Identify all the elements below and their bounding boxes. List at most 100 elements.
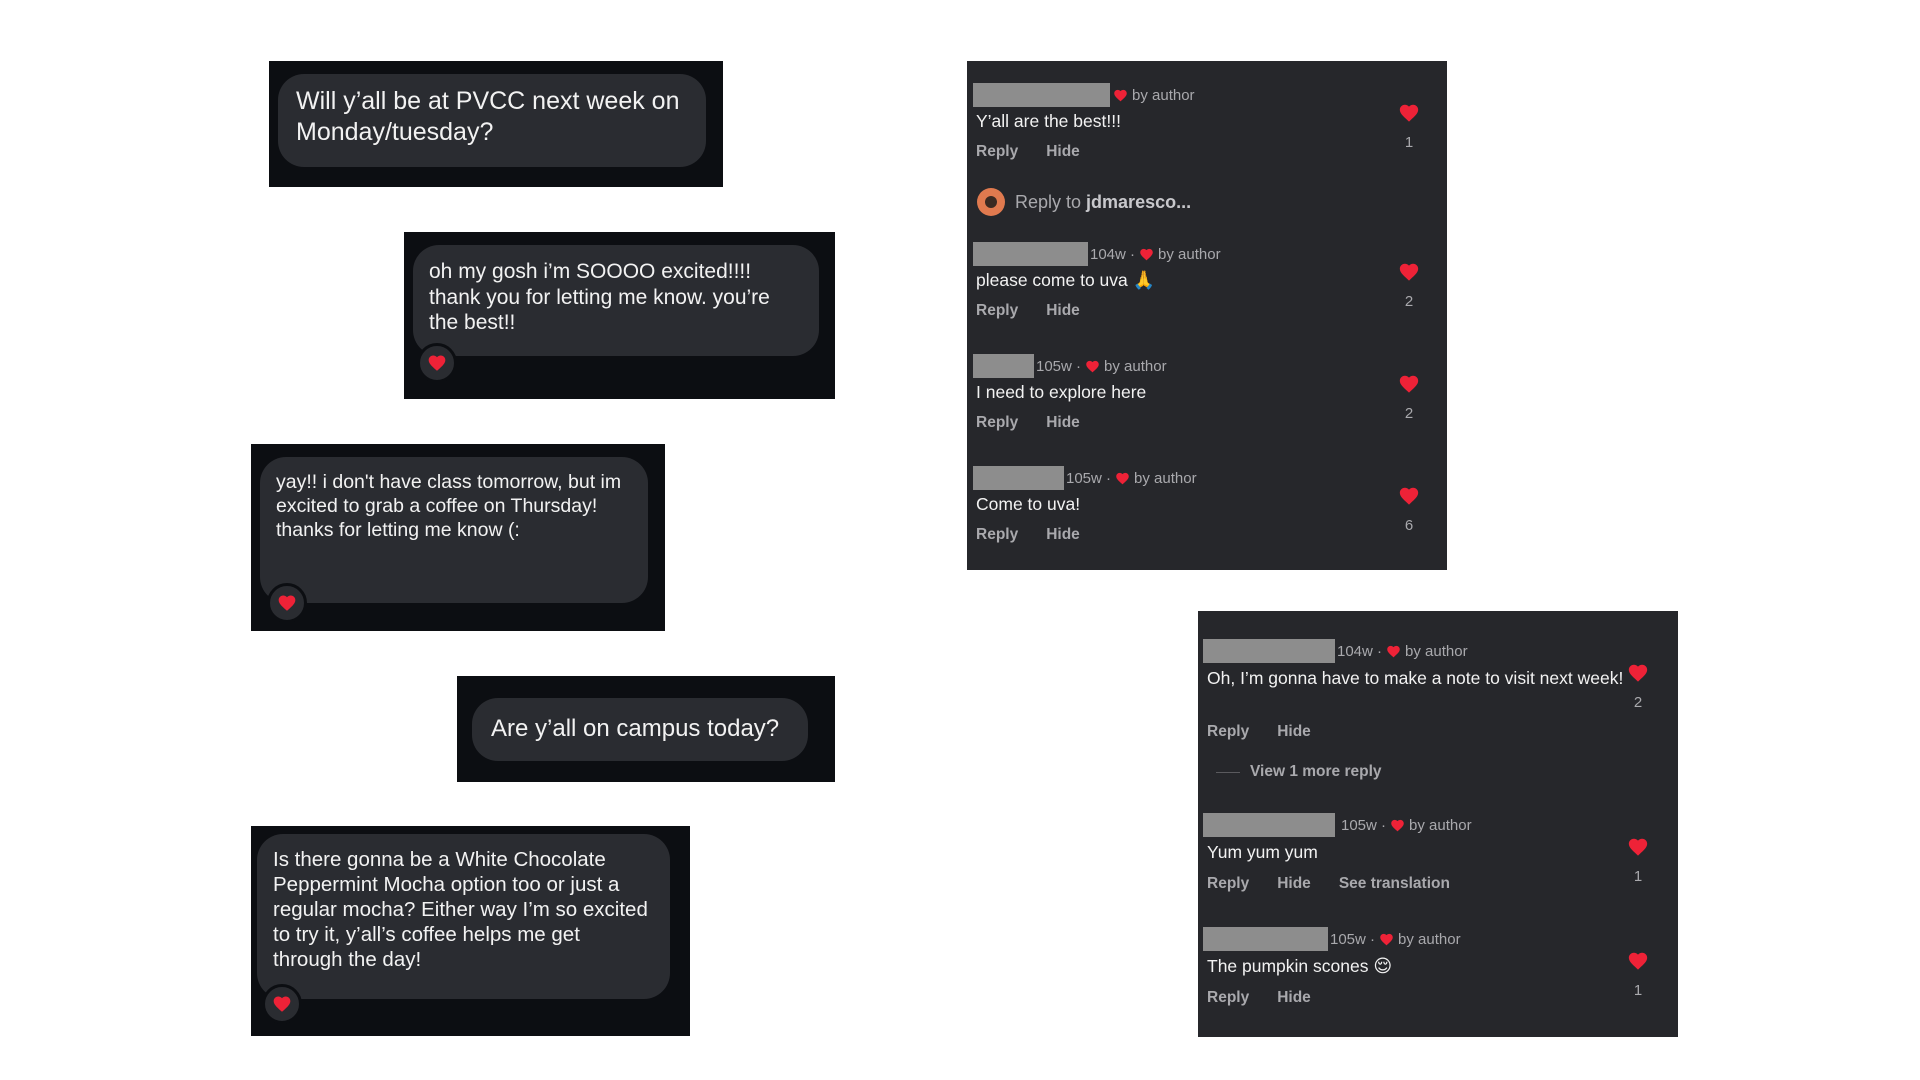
comment-meta: 104w · by author [1090,246,1221,263]
redacted-username [973,466,1064,490]
comment-time: 104w · [1090,246,1136,263]
like-button[interactable]: 2 [1389,373,1429,422]
comment-time: 105w · [1066,470,1112,487]
hide-button[interactable]: Hide [1277,723,1311,741]
reply-button[interactable]: Reply [1207,723,1249,741]
liked-by-author: by author [1132,87,1195,104]
heart-icon [1387,645,1400,658]
dm-card-2: oh my gosh i’m SOOOO excited!!!! thank y… [404,232,835,399]
like-count: 1 [1633,868,1643,885]
message-text: Will y’all be at PVCC next week on Monda… [296,87,680,146]
hide-button[interactable]: Hide [1046,414,1080,432]
comments-panel-2: 104w · by author Oh, I’m gonna have to m… [1198,611,1678,1037]
heart-icon [1628,838,1648,856]
heart-icon [1391,819,1404,832]
comment-time: 105w · [1330,931,1376,948]
comment-time: 105w · [1341,817,1387,834]
like-button[interactable]: 1 [1389,102,1429,151]
reply-button[interactable]: Reply [976,143,1018,161]
like-count: 1 [1404,134,1414,151]
redacted-username [973,242,1088,266]
like-button[interactable]: 1 [1618,950,1658,999]
hide-button[interactable]: Hide [1277,875,1311,893]
hide-button[interactable]: Hide [1046,143,1080,161]
comment-meta: 105w · by author [1330,931,1461,948]
heart-reaction[interactable] [417,343,457,383]
dm-card-3: yay!! i don't have class tomorrow, but i… [251,444,665,631]
comment-text: Y’all are the best!!! [976,111,1121,131]
comment-time: 105w · [1036,358,1082,375]
comment-meta: 104w · by author [1337,643,1468,660]
comment-text: please come to uva 🙏 [976,270,1155,292]
liked-by-author: by author [1409,817,1472,834]
comment-meta: 105w · by author [1036,358,1167,375]
message-bubble[interactable]: oh my gosh i’m SOOOO excited!!!! thank y… [413,245,819,356]
comment-text: Oh, I’m gonna have to make a note to vis… [1207,668,1624,688]
redacted-username [973,83,1110,107]
avatar [977,188,1005,216]
liked-by-author: by author [1104,358,1167,375]
heart-icon [1380,933,1393,946]
view-more-replies[interactable]: View 1 more reply [1216,763,1382,781]
like-button[interactable]: 1 [1618,836,1658,885]
message-text: yay!! i don't have class tomorrow, but i… [276,471,622,541]
message-bubble[interactable]: Will y’all be at PVCC next week on Monda… [278,74,706,167]
redacted-username [1203,639,1335,663]
reply-button[interactable]: Reply [976,302,1018,320]
liked-by-author: by author [1134,470,1197,487]
hide-button[interactable]: Hide [1046,526,1080,544]
comment-text: The pumpkin scones 😌 [1207,956,1392,978]
reply-button[interactable]: Reply [1207,875,1249,893]
heart-icon [1399,375,1419,393]
message-bubble[interactable]: Is there gonna be a White Chocolate Pepp… [257,834,670,999]
like-button[interactable]: 6 [1389,485,1429,534]
see-translation-button[interactable]: See translation [1339,875,1450,893]
message-bubble[interactable]: yay!! i don't have class tomorrow, but i… [260,457,648,603]
relieved-face-emoji: 😌 [1373,956,1393,977]
heart-icon [1086,360,1099,373]
reply-button[interactable]: Reply [976,414,1018,432]
heart-icon [1116,472,1129,485]
comment-text-body: please come to uva [976,270,1128,290]
hide-button[interactable]: Hide [1046,302,1080,320]
comment-text: Come to uva! [976,494,1081,514]
comment-meta: 105w · by author [1341,817,1472,834]
like-count: 1 [1633,982,1643,999]
praying-hands-emoji: 🙏 [1132,270,1156,291]
like-count: 2 [1633,694,1643,711]
reply-button[interactable]: Reply [976,526,1018,544]
heart-icon [428,355,446,371]
divider-line [1216,771,1240,773]
comment-text: Yum yum yum [1207,842,1318,862]
reply-button[interactable]: Reply [1207,989,1249,1007]
reply-to-row[interactable]: Reply to jdmaresco... [977,188,1191,216]
like-button[interactable]: 2 [1389,261,1429,310]
heart-icon [1628,952,1648,970]
liked-by-author: by author [1405,643,1468,660]
comment-text-body: The pumpkin scones [1207,956,1369,976]
view-more-label: View 1 more reply [1250,763,1382,780]
like-count: 2 [1404,405,1414,422]
like-count: 2 [1404,293,1414,310]
redacted-username [1203,813,1335,837]
dm-card-1: Will y’all be at PVCC next week on Monda… [269,61,723,187]
dm-card-5: Is there gonna be a White Chocolate Pepp… [251,826,690,1036]
heart-icon [278,595,296,611]
like-count: 6 [1404,517,1414,534]
like-button[interactable]: 2 [1618,662,1658,711]
message-text: oh my gosh i’m SOOOO excited!!!! thank y… [429,260,770,335]
redacted-username [973,354,1034,378]
comment-meta: by author [1113,87,1195,104]
hide-button[interactable]: Hide [1277,989,1311,1007]
message-bubble[interactable]: Are y’all on campus today? [472,698,808,761]
comment-meta: 105w · by author [1066,470,1197,487]
comment-text: I need to explore here [976,382,1147,402]
heart-reaction[interactable] [262,984,302,1024]
liked-by-author: by author [1398,931,1461,948]
liked-by-author: by author [1158,246,1221,263]
heart-reaction[interactable] [267,583,307,623]
comment-time: 104w · [1337,643,1383,660]
heart-icon [1399,104,1419,122]
message-text: Is there gonna be a White Chocolate Pepp… [273,848,648,971]
heart-icon [1114,89,1127,102]
